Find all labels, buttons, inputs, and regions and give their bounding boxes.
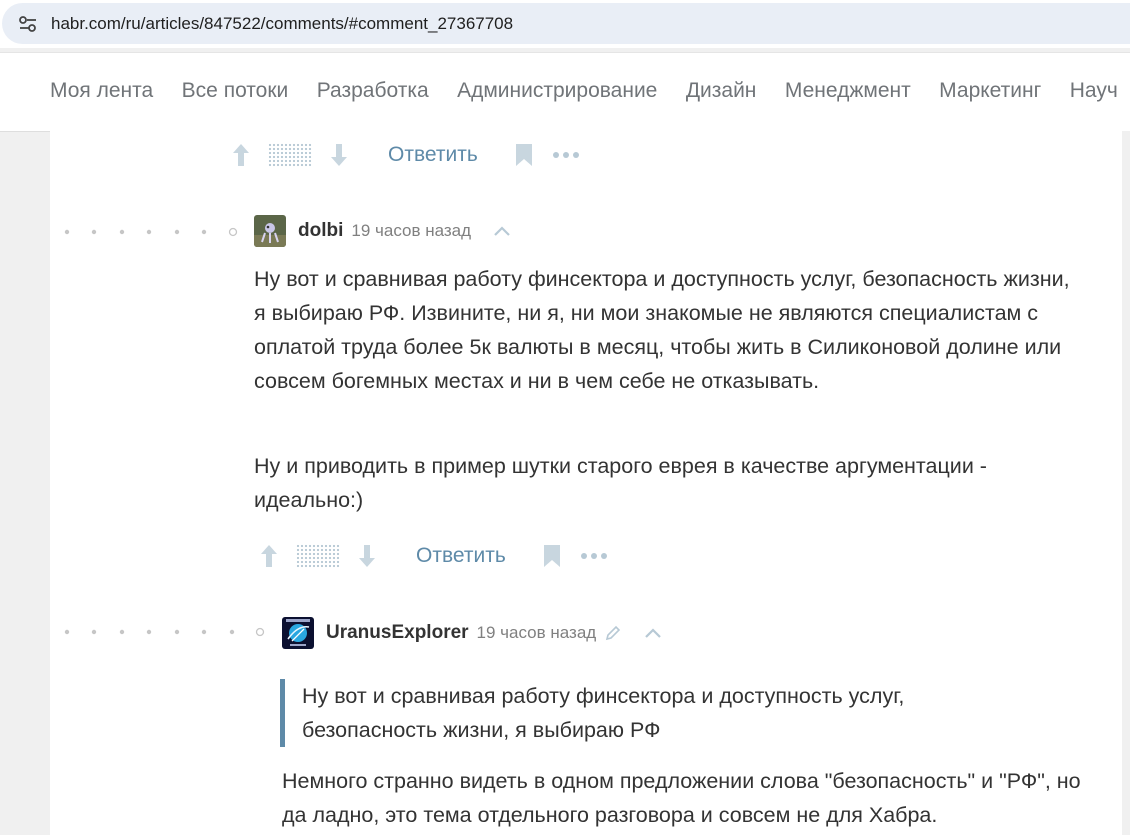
nav-item-management[interactable]: Менеджмент	[785, 79, 911, 103]
comment-text: Немного странно видеть в одном предложен…	[282, 769, 1081, 827]
upvote-arrow-icon[interactable]	[258, 543, 280, 569]
nav-item-design[interactable]: Дизайн	[686, 79, 757, 103]
avatar[interactable]	[254, 215, 286, 247]
page-background-edge	[1122, 131, 1130, 835]
more-options-icon[interactable]	[552, 151, 580, 159]
comment-timestamp[interactable]: 19 часов назад	[477, 623, 597, 643]
comment-text: Ну вот и сравнивая работу финсектора и д…	[254, 267, 1070, 393]
pencil-icon	[606, 625, 621, 641]
nav-item-my-feed[interactable]: Моя лента	[50, 79, 153, 103]
user-avatar-icon	[254, 215, 286, 247]
upvote-arrow-icon[interactable]	[230, 142, 252, 168]
reply-button[interactable]: Ответить	[388, 143, 478, 167]
nav-item-science[interactable]: Науч	[1070, 79, 1118, 103]
url-text: habr.com/ru/articles/847522/comments/#co…	[51, 14, 514, 33]
comment-header: dolbi 19 часов назад	[254, 215, 511, 247]
blockquote: Ну вот и сравнивая работу финсектора и д…	[280, 679, 982, 747]
thread-depth-indicator	[64, 227, 238, 237]
downvote-arrow-icon[interactable]	[328, 142, 350, 168]
comment-username[interactable]: dolbi	[298, 220, 343, 242]
more-options-icon[interactable]	[580, 552, 608, 560]
vote-score-hidden	[268, 143, 312, 167]
comment-actions: Ответить	[230, 140, 580, 170]
thread-depth-indicator	[64, 627, 265, 637]
chevron-up-icon[interactable]	[493, 225, 511, 237]
reply-button[interactable]: Ответить	[416, 544, 506, 568]
avatar[interactable]	[282, 617, 314, 649]
comment-text: Ну и приводить в пример шутки старого ев…	[254, 454, 987, 512]
site-settings-icon[interactable]	[18, 15, 38, 33]
nav-item-all-streams[interactable]: Все потоки	[182, 79, 289, 103]
nav-item-administration[interactable]: Администрирование	[457, 79, 657, 103]
comment-username[interactable]: UranusExplorer	[326, 622, 469, 644]
bookmark-icon[interactable]	[542, 544, 562, 568]
chevron-up-icon[interactable]	[644, 627, 662, 639]
downvote-arrow-icon[interactable]	[356, 543, 378, 569]
top-navigation: Моя лента Все потоки Разработка Админист…	[0, 52, 1130, 132]
comments-section: Ответить dolbi 19 часов назад Ну вот и с…	[50, 131, 1122, 835]
vote-score-hidden	[296, 544, 340, 568]
url-field[interactable]: habr.com/ru/articles/847522/comments/#co…	[2, 3, 1130, 44]
comment-timestamp[interactable]: 19 часов назад	[351, 221, 471, 241]
comment-actions: Ответить	[258, 541, 608, 571]
comment-header: UranusExplorer 19 часов назад	[282, 617, 662, 649]
user-avatar-icon	[282, 617, 314, 649]
bookmark-icon[interactable]	[514, 143, 534, 167]
nav-item-marketing[interactable]: Маркетинг	[939, 79, 1041, 103]
nav-item-development[interactable]: Разработка	[317, 79, 429, 103]
browser-address-bar: habr.com/ru/articles/847522/comments/#co…	[0, 0, 1130, 48]
